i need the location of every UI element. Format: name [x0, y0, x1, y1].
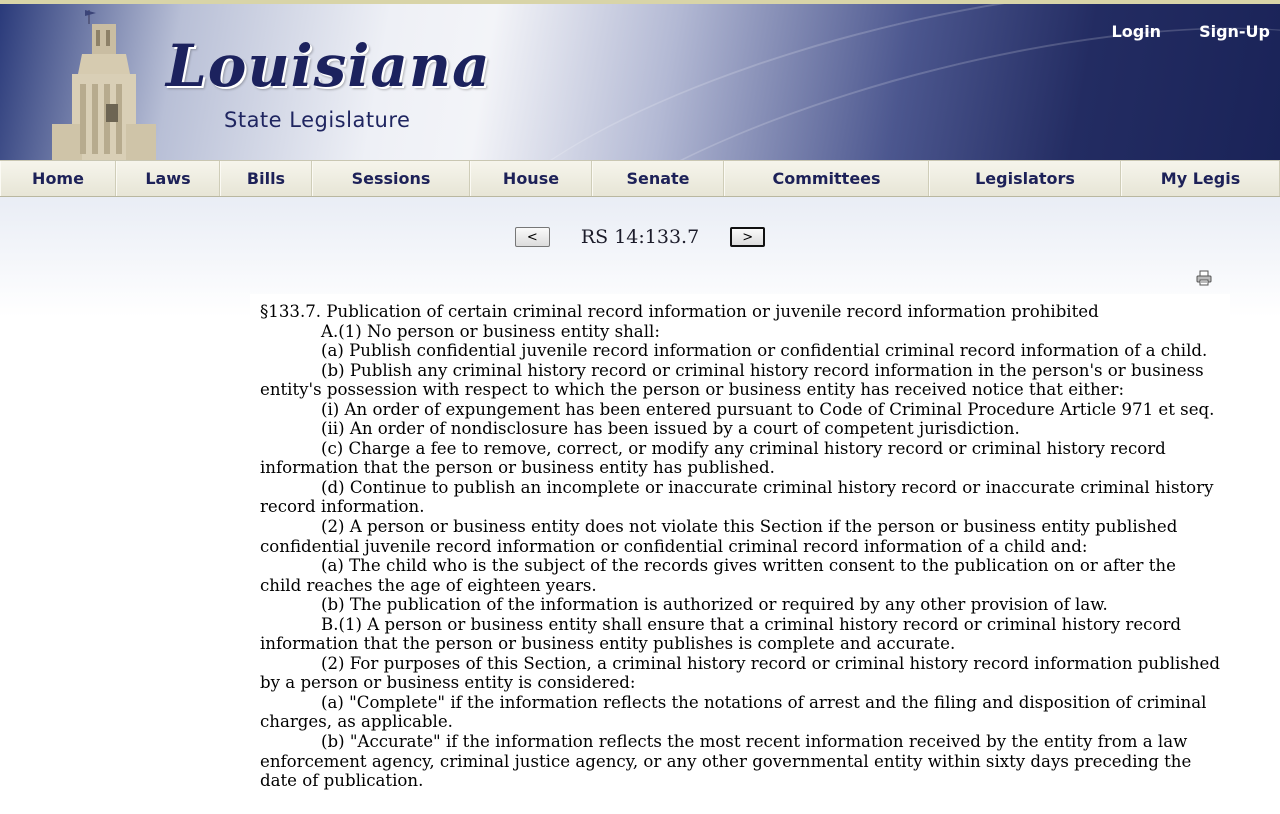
statute-paragraph: (i) An order of expungement has been ent…: [321, 399, 1215, 419]
statute-citation: RS 14:133.7: [580, 226, 700, 248]
next-section-button[interactable]: >: [730, 227, 766, 247]
site-logo-title[interactable]: Louisiana: [166, 32, 491, 100]
nav-laws[interactable]: Laws: [116, 161, 220, 196]
statute-paragraph: A.(1) No person or business entity shall…: [321, 321, 660, 341]
statute-paragraph: (a) The child who is the subject of the …: [260, 556, 1176, 595]
statute-paragraph: (d) Continue to publish an incomplete or…: [260, 477, 1214, 517]
statute-paragraph: (b) The publication of the information i…: [321, 595, 1108, 615]
previous-section-button[interactable]: <: [514, 227, 550, 247]
statute-paragraph: (a) "Complete" if the information reflec…: [260, 692, 1207, 732]
statute-paragraph: (a) Publish confidential juvenile record…: [321, 341, 1208, 361]
login-link[interactable]: Login: [1112, 22, 1162, 41]
main-nav: Home Laws Bills Sessions House Senate Co…: [0, 160, 1280, 197]
printer-icon[interactable]: [1196, 270, 1212, 286]
statute-paragraph: (2) A person or business entity does not…: [260, 517, 1178, 556]
statute-paragraph: (c) Charge a fee to remove, correct, or …: [260, 438, 1166, 478]
capitol-building-image: [52, 10, 156, 160]
statute-paragraph: (b) "Accurate" if the information reflec…: [260, 732, 1192, 791]
statute-paragraph: (2) For purposes of this Section, a crim…: [260, 653, 1220, 693]
nav-committees[interactable]: Committees: [724, 161, 929, 196]
site-logo-subtitle: State Legislature: [224, 108, 411, 132]
nav-legislators[interactable]: Legislators: [929, 161, 1121, 196]
statute-paragraph: (ii) An order of nondisclosure has been …: [321, 419, 1020, 439]
nav-sessions[interactable]: Sessions: [312, 161, 470, 196]
nav-home[interactable]: Home: [0, 161, 116, 196]
nav-house[interactable]: House: [470, 161, 592, 196]
signup-link[interactable]: Sign-Up: [1199, 22, 1270, 41]
auth-links: Login Sign-Up: [1112, 22, 1270, 41]
nav-my-legis[interactable]: My Legis: [1121, 161, 1280, 196]
statute-text: §133.7. Publication of certain criminal …: [250, 294, 1230, 814]
header-banner: Louisiana State Legislature Login Sign-U…: [0, 4, 1280, 160]
nav-bills[interactable]: Bills: [220, 161, 312, 196]
statute-paragraph: B.(1) A person or business entity shall …: [260, 614, 1181, 654]
nav-senate[interactable]: Senate: [592, 161, 724, 196]
section-heading: §133.7. Publication of certain criminal …: [260, 302, 1099, 321]
statute-pager: < RS 14:133.7 >: [0, 226, 1280, 248]
statute-paragraph: (b) Publish any criminal history record …: [260, 360, 1204, 400]
